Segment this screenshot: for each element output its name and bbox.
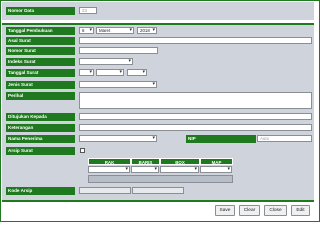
jenis-surat-select[interactable]: [79, 81, 157, 88]
jenis-surat-label: Jenis Surat: [6, 81, 75, 89]
arsip-surat-checkbox[interactable]: [80, 148, 85, 153]
nama-penerima-select[interactable]: [79, 135, 157, 142]
indeks-surat-label: Indeks Surat: [6, 58, 75, 66]
tgl-pembukuan-month-select[interactable]: Maret: [96, 27, 134, 34]
kode-arsip-label: Kode Arsip: [6, 187, 75, 195]
keterangan-input[interactable]: [79, 124, 312, 131]
tgl-surat-year-select[interactable]: [127, 69, 147, 76]
asal-surat-input[interactable]: [79, 37, 312, 44]
nama-penerima-label: Nama Penerima: [6, 135, 75, 143]
table-header-map: MAP: [200, 158, 233, 165]
perihal-label: Perihal: [6, 92, 75, 100]
close-button[interactable]: Close: [264, 205, 287, 216]
nomor-data-field[interactable]: 33: [79, 7, 97, 14]
nip-label: NIP: [186, 135, 256, 143]
tgl-surat-month-select[interactable]: [96, 69, 124, 76]
nomor-surat-input[interactable]: [79, 47, 158, 54]
tgl-pembukuan-year-select[interactable]: 2018: [137, 27, 157, 34]
table-header-box: BOX: [160, 158, 200, 165]
rak-select[interactable]: [88, 166, 130, 173]
tgl-surat-day-select[interactable]: [79, 69, 94, 76]
archive-table-footer: [88, 175, 233, 183]
indeks-surat-select[interactable]: [79, 58, 133, 65]
map-select[interactable]: [200, 166, 232, 173]
tanggal-pembukuan-label: Tanggal Pembukuan: [6, 27, 75, 35]
table-header-baris: BARIS: [131, 158, 160, 165]
perihal-textarea[interactable]: [79, 92, 312, 109]
nip-input[interactable]: Auto: [257, 135, 312, 142]
nomor-surat-label: Nomor Surat: [6, 47, 75, 55]
edit-button[interactable]: Edit: [291, 205, 310, 216]
table-header-rak: RAK: [88, 158, 131, 165]
ditujukan-kepada-label: Ditujukan Kepada: [6, 113, 75, 121]
ditujukan-kepada-input[interactable]: [79, 113, 312, 120]
baris-select[interactable]: [131, 166, 159, 173]
asal-surat-label: Asal Surat: [6, 37, 75, 45]
box-select[interactable]: [160, 166, 199, 173]
kode-arsip-field-2: [132, 187, 184, 194]
arsip-surat-label: Arsip Surat: [6, 147, 75, 155]
clear-button[interactable]: Clear: [239, 205, 260, 216]
nomor-data-label: Nomor Data: [6, 7, 75, 15]
keterangan-label: Keterangan: [6, 124, 75, 132]
tanggal-surat-label: Tanggal Surat: [6, 69, 75, 77]
save-button[interactable]: Save: [215, 205, 235, 216]
tgl-pembukuan-day-select[interactable]: 6: [79, 27, 94, 34]
kode-arsip-field: [79, 187, 131, 194]
